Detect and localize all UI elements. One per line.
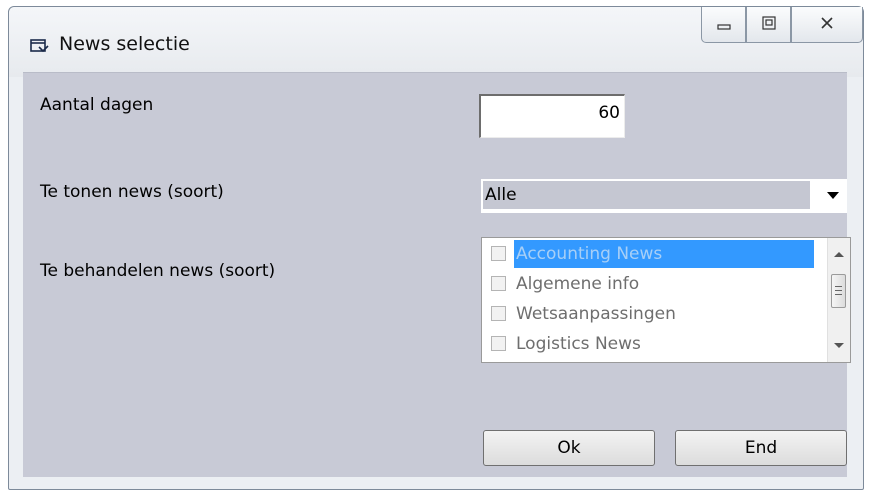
window-app-icon xyxy=(29,37,51,55)
list-item[interactable]: Wetsaanpassingen xyxy=(486,300,816,328)
list-item-label: Wetsaanpassingen xyxy=(516,304,676,324)
list-item[interactable]: Accounting News xyxy=(486,240,816,268)
maximize-button[interactable] xyxy=(746,7,791,43)
show-news-selected-value: Alle xyxy=(483,181,810,209)
list-item[interactable]: Algemene info xyxy=(486,270,816,298)
close-icon xyxy=(820,15,834,34)
days-input[interactable]: 60 xyxy=(479,94,625,138)
list-item-label: Accounting News xyxy=(514,240,814,268)
grip-line xyxy=(835,294,842,295)
end-button[interactable]: End xyxy=(675,430,847,466)
maximize-icon xyxy=(761,15,776,34)
news-selectie-window: News selectie Aantal dagen 60 Te tonen n… xyxy=(8,6,864,490)
window-title: News selectie xyxy=(59,33,190,55)
grip-line xyxy=(835,290,842,291)
vertical-scrollbar[interactable] xyxy=(827,238,850,362)
scroll-up-icon[interactable] xyxy=(834,252,844,257)
handle-news-label: Te behandelen news (soort) xyxy=(40,261,276,281)
show-news-label: Te tonen news (soort) xyxy=(40,182,224,202)
chevron-down-icon[interactable] xyxy=(827,192,839,199)
title-bar[interactable]: News selectie xyxy=(9,7,863,77)
scroll-thumb[interactable] xyxy=(831,274,846,308)
list-item-label: Logistics News xyxy=(516,334,641,354)
checkbox[interactable] xyxy=(491,246,506,261)
days-label: Aantal dagen xyxy=(40,95,154,115)
checkbox[interactable] xyxy=(491,306,506,321)
close-button[interactable] xyxy=(791,7,863,43)
scroll-down-icon[interactable] xyxy=(834,343,844,348)
ok-button[interactable]: Ok xyxy=(483,430,655,466)
show-news-dropdown[interactable]: Alle xyxy=(481,179,847,213)
checkbox[interactable] xyxy=(491,276,506,291)
minimize-icon xyxy=(716,15,731,34)
list-item[interactable]: Logistics News xyxy=(486,330,816,358)
dialog-client-area: Aantal dagen 60 Te tonen news (soort) Al… xyxy=(23,72,851,477)
checkbox[interactable] xyxy=(491,336,506,351)
caption-buttons xyxy=(701,7,863,45)
handle-news-listbox[interactable]: Accounting News Algemene info Wetsaanpas… xyxy=(481,237,851,363)
grip-line xyxy=(835,286,842,287)
list-item-label: Algemene info xyxy=(516,274,640,294)
minimize-button[interactable] xyxy=(701,7,746,43)
